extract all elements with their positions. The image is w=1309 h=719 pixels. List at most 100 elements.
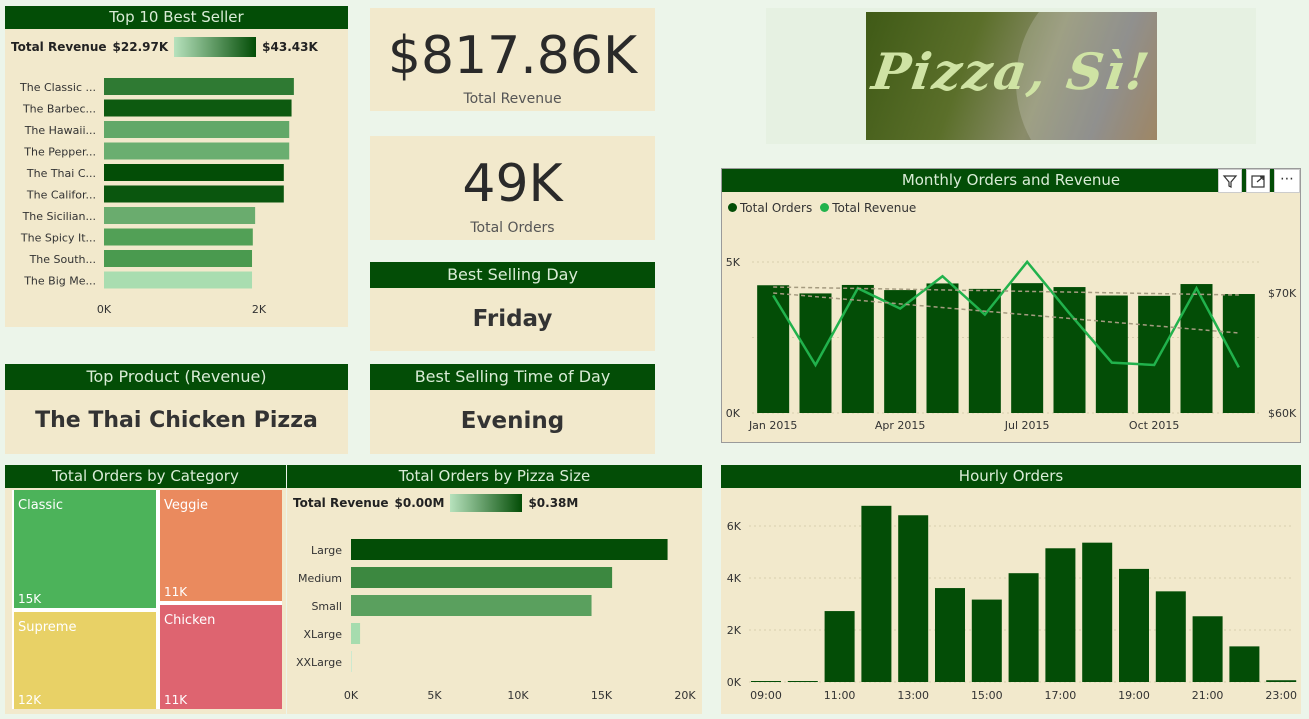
top10-card: Top 10 Best Seller Total Revenue $22.97K… — [5, 6, 348, 327]
treemap-tile-value: 15K — [18, 592, 42, 606]
hourly-x-tick: 23:00 — [1265, 689, 1297, 702]
top10-chart: The Classic ... The Barbec... The Hawaii..… — [19, 78, 294, 316]
monthly-order-bar — [841, 284, 874, 413]
hourly-bar — [1266, 680, 1297, 682]
size-bar — [351, 567, 613, 588]
hourly-y-tick: 6K — [727, 520, 742, 533]
treemap-tile-name: Supreme — [18, 620, 77, 635]
hourly-bar — [1119, 568, 1149, 682]
top10-bar — [104, 121, 290, 138]
top10-bar-label: The Hawaii... — [24, 124, 96, 137]
monthly-order-bar — [1222, 294, 1255, 413]
total-orders-card: 49K Total Orders — [370, 136, 655, 240]
treemap-tile[interactable]: Classic 15K — [14, 490, 156, 608]
monthly-y-left-tick: 0K — [726, 407, 741, 420]
top10-bar-label: The Barbec... — [22, 103, 96, 116]
top10-bar — [104, 207, 256, 224]
treemap-tile[interactable]: Veggie 11K — [160, 490, 282, 601]
size-bar — [351, 539, 668, 560]
treemap-tile-value: 11K — [164, 585, 188, 599]
total-revenue-label: Total Revenue — [463, 91, 562, 107]
monthly-x-tick: Jan 2015 — [748, 419, 797, 432]
total-revenue-card: $817.86K Total Revenue — [370, 8, 655, 111]
hourly-bar — [1229, 646, 1260, 682]
top10-bar-label: The South... — [29, 253, 96, 266]
treemap-tile-name: Veggie — [164, 498, 208, 513]
monthly-order-bar — [926, 283, 959, 413]
top10-bar — [104, 185, 284, 203]
size-x-tick: 10K — [507, 689, 529, 702]
monthly-y-right-tick: $70K — [1268, 287, 1297, 300]
size-card: Total Orders by Pizza Size Total Revenue… — [287, 465, 702, 714]
size-bar — [351, 651, 352, 672]
hourly-x-tick: 19:00 — [1118, 689, 1150, 702]
top10-bar — [104, 164, 284, 181]
best-time-title: Best Selling Time of Day — [370, 364, 655, 390]
hourly-bar — [824, 611, 855, 682]
best-day-title: Best Selling Day — [370, 262, 655, 288]
size-chart: Large Medium Small XLarge XXLarge 0K 5K 10K 15K 2… — [296, 539, 696, 702]
hourly-y-tick: 0K — [727, 676, 742, 689]
category-card: Total Orders by Category Classic 15K Veggi… — [5, 465, 286, 714]
treemap-tile-value: 12K — [18, 693, 42, 707]
top10-bar — [104, 142, 290, 160]
hourly-card: Hourly Orders 6K 4K 2K 0K 09:00 11:00 13:00 15:… — [721, 465, 1301, 714]
monthly-chart: 5K 0K $70K $60K Jan 2015 Apr 2015 Jul 2015 Oct … — [726, 256, 1297, 432]
logo-panel: Pizza, Sì! — [766, 8, 1256, 144]
logo-text: Pizza, Sì! — [868, 42, 1155, 101]
top10-bar-label: The Pepper... — [23, 146, 96, 159]
category-treemap: Classic 15K Veggie 11K Supreme 12K Chicken 11K — [12, 490, 282, 709]
best-day-card: Best Selling Day Friday — [370, 262, 655, 351]
monthly-order-bar — [799, 293, 832, 413]
category-title: Total Orders by Category — [5, 465, 286, 488]
hourly-bar — [1045, 548, 1076, 682]
hourly-bar — [1155, 591, 1186, 682]
top10-bar — [104, 99, 292, 117]
hourly-bar — [898, 515, 929, 682]
hourly-bar — [971, 599, 1002, 682]
top10-bar-label: The Califor... — [26, 189, 96, 202]
hourly-bar — [935, 588, 965, 682]
top10-bar — [104, 228, 253, 246]
hourly-bar — [1082, 542, 1113, 682]
size-x-tick: 5K — [427, 689, 442, 702]
top10-x-tick: 2K — [252, 303, 267, 316]
top10-bar — [104, 271, 253, 289]
size-bar-label: XXLarge — [296, 656, 342, 669]
monthly-x-tick: Apr 2015 — [875, 419, 926, 432]
monthly-order-bar — [1138, 295, 1171, 413]
treemap-tile[interactable]: Chicken 11K — [160, 605, 282, 709]
treemap-tile-value: 11K — [164, 693, 188, 707]
size-x-tick: 0K — [344, 689, 359, 702]
top10-bar — [104, 78, 294, 95]
monthly-y-left-tick: 5K — [726, 256, 741, 269]
hourly-x-tick: 17:00 — [1045, 689, 1077, 702]
top10-bar-label: The Classic ... — [19, 81, 96, 94]
top-product-value: The Thai Chicken Pizza — [35, 408, 318, 433]
top-product-card: Top Product (Revenue) The Thai Chicken P… — [5, 364, 348, 454]
treemap-tile[interactable]: Supreme 12K — [14, 612, 156, 709]
hourly-bar — [1008, 573, 1039, 682]
monthly-order-bar — [757, 285, 790, 413]
hourly-x-tick: 09:00 — [750, 689, 782, 702]
monthly-order-bar — [1011, 283, 1044, 413]
best-time-value: Evening — [460, 408, 565, 434]
monthly-y-right-tick: $60K — [1268, 407, 1297, 420]
monthly-order-bar — [1180, 284, 1213, 413]
size-bar-label: Large — [311, 544, 342, 557]
treemap-tile-name: Classic — [18, 498, 63, 513]
monthly-card[interactable]: Monthly Orders and Revenue ⋯ Total Order… — [722, 169, 1300, 442]
top10-bar-label: The Spicy It... — [20, 232, 96, 245]
hourly-chart: 6K 4K 2K 0K 09:00 11:00 13:00 15:00 17:00 19:00 21… — [727, 505, 1297, 702]
monthly-order-bar — [968, 288, 1001, 413]
top10-x-tick: 0K — [97, 303, 112, 316]
top10-bar-label: The Sicilian... — [22, 210, 96, 223]
hourly-x-tick: 21:00 — [1192, 689, 1224, 702]
total-orders-value: 49K — [462, 154, 563, 214]
hourly-y-tick: 2K — [727, 624, 742, 637]
best-time-card: Best Selling Time of Day Evening — [370, 364, 655, 454]
hourly-x-tick: 11:00 — [824, 689, 856, 702]
size-bar-label: Medium — [298, 572, 342, 585]
size-x-tick: 15K — [591, 689, 613, 702]
best-day-value: Friday — [472, 306, 553, 332]
